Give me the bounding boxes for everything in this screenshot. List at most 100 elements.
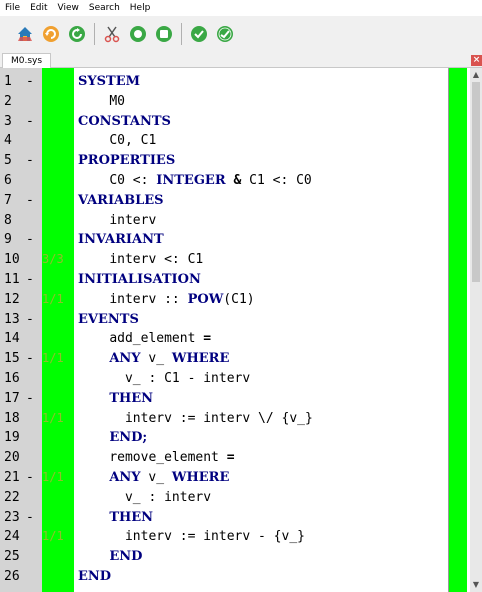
line-number: 2 (4, 93, 12, 109)
code-text: THEN (78, 389, 153, 409)
code-line[interactable]: 25 END (0, 547, 448, 567)
scroll-thumb[interactable] (472, 82, 480, 282)
code-token: M0 (109, 93, 125, 109)
fold-marker[interactable]: - (26, 270, 46, 290)
code-line[interactable]: 7- VARIABLES (0, 191, 448, 211)
fold-marker[interactable]: - (26, 389, 46, 409)
code-text: PROPERTIES (78, 151, 175, 171)
fold-marker[interactable]: - (26, 310, 46, 330)
scroll-down-icon[interactable]: ▼ (470, 580, 482, 590)
code-editor[interactable]: 1- SYSTEM 2 M0 3- CONSTANTS 4 C0, C1 5- PROPERT… (0, 68, 470, 592)
proof-count: 3/3 (42, 252, 64, 267)
code-line[interactable]: 23- THEN (0, 508, 448, 528)
code-token: interv <: C1 (109, 252, 204, 268)
keyword-token: POW (187, 291, 224, 307)
close-icon[interactable]: × (471, 55, 482, 66)
vertical-scrollbar[interactable]: ▲ ▼ (470, 68, 482, 592)
operator-token: & (225, 172, 250, 188)
undo-icon[interactable] (40, 23, 62, 45)
code-text: v_ : interv (78, 488, 211, 508)
code-text: M0 (78, 92, 125, 112)
check-icon-2[interactable] (214, 23, 236, 45)
fold-marker[interactable]: - (26, 508, 46, 528)
fold-marker[interactable]: - (26, 151, 46, 171)
menu-help[interactable]: Help (125, 3, 156, 13)
keyword-token: THEN (109, 509, 154, 525)
code-line[interactable]: 15-1/1 ANY v_ WHERE (0, 349, 448, 369)
code-line[interactable]: 21-1/1 ANY v_ WHERE (0, 468, 448, 488)
code-text: interv := interv \/ {v_} (78, 409, 313, 429)
operator-token: = (226, 450, 235, 466)
menu-file[interactable]: File (0, 3, 25, 13)
code-line[interactable]: 20 remove_element = (0, 448, 448, 468)
code-line[interactable]: 17- THEN (0, 389, 448, 409)
code-line[interactable]: 18 1/1 interv := interv \/ {v_} (0, 409, 448, 429)
code-line[interactable]: 3- CONSTANTS (0, 112, 448, 132)
code-text: interv := interv - {v_} (78, 527, 305, 547)
keyword-token: SYSTEM (78, 74, 141, 89)
code-line[interactable]: 10 3/3 interv <: C1 (0, 250, 448, 270)
code-line[interactable]: 5- PROPERTIES (0, 151, 448, 171)
code-text: add_element = (78, 329, 211, 349)
code-text: EVENTS (78, 310, 139, 330)
code-line[interactable]: 8 interv (0, 211, 448, 231)
tab-m0-sys[interactable]: M0.sys (2, 53, 52, 68)
line-number: 8 (4, 212, 12, 228)
code-text: CONSTANTS (78, 112, 171, 132)
record-icon-1[interactable] (127, 23, 149, 45)
proof-count: 1/1 (42, 351, 64, 366)
home-icon[interactable] (14, 23, 36, 45)
fold-marker[interactable]: - (26, 112, 46, 132)
fold-marker[interactable]: - (26, 72, 46, 92)
code-line[interactable]: 14 add_element = (0, 329, 448, 349)
fold-marker[interactable]: - (26, 230, 46, 250)
code-line[interactable]: 1- SYSTEM (0, 72, 448, 92)
code-line[interactable]: 22 v_ : interv (0, 488, 448, 508)
code-line[interactable]: 4 C0, C1 (0, 131, 448, 151)
code-line[interactable]: 16 v_ : C1 - interv (0, 369, 448, 389)
menu-edit[interactable]: Edit (25, 3, 52, 13)
menu-view[interactable]: View (53, 3, 84, 13)
code-token: C0 <: (109, 172, 157, 188)
fold-marker[interactable]: - (26, 191, 46, 211)
code-line[interactable]: 11- INITIALISATION (0, 270, 448, 290)
code-text: C0 <: INTEGER & C1 <: C0 (78, 171, 311, 191)
check-icon-1[interactable] (188, 23, 210, 45)
cut-icon[interactable] (101, 23, 123, 45)
right-status-strip (448, 68, 467, 592)
code-line[interactable]: 26 END (0, 567, 448, 587)
code-text: remove_element = (78, 448, 235, 468)
line-number: 10 (4, 252, 20, 268)
code-line[interactable]: 19 END; (0, 428, 448, 448)
code-token: interv (109, 212, 157, 228)
code-line[interactable]: 13- EVENTS (0, 310, 448, 330)
line-number: 20 (4, 450, 20, 466)
code-line[interactable]: 6 C0 <: INTEGER & C1 <: C0 (0, 171, 448, 191)
code-line[interactable]: 24 1/1 interv := interv - {v_} (0, 527, 448, 547)
keyword-token: INTEGER (156, 172, 226, 188)
keyword-token: ANY (109, 351, 141, 367)
keyword-token: CONSTANTS (78, 113, 171, 129)
refresh-icon[interactable] (66, 23, 88, 45)
toolbar-separator (94, 23, 95, 45)
record-icon-2[interactable] (153, 23, 175, 45)
menu-search[interactable]: Search (84, 3, 125, 13)
code-line[interactable]: 2 M0 (0, 92, 448, 112)
keyword-token: INVARIANT (78, 232, 164, 248)
line-number: 16 (4, 370, 20, 386)
line-number: 18 (4, 410, 20, 426)
code-line[interactable]: 12 1/1 interv :: POW(C1) (0, 290, 448, 310)
code-token: v_ : interv (124, 489, 212, 505)
code-text: ANY v_ WHERE (78, 468, 229, 488)
code-line[interactable]: 9- INVARIANT (0, 230, 448, 250)
scroll-up-icon[interactable]: ▲ (470, 70, 482, 80)
